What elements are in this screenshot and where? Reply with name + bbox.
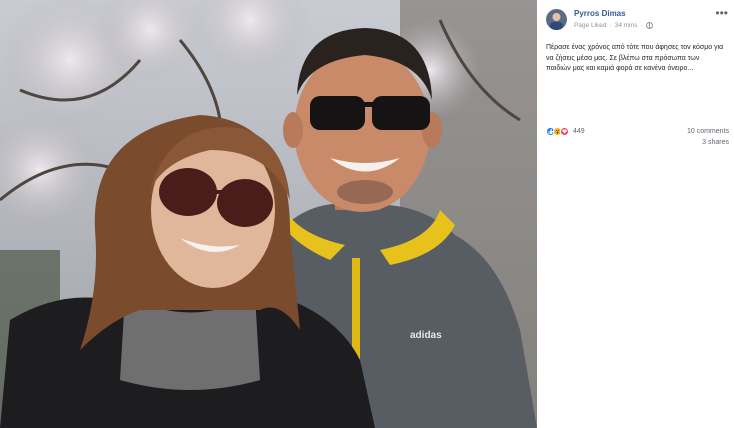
love-reaction-icon <box>560 127 569 136</box>
logo-text: adidas <box>410 330 442 341</box>
comments-count[interactable]: 10 comments <box>687 128 729 135</box>
page-liked-label: Page Liked <box>574 22 607 29</box>
author-name[interactable]: Pyrros Dimas <box>574 9 626 18</box>
globe-icon <box>645 22 653 29</box>
author-avatar[interactable] <box>546 9 567 30</box>
reactions-summary[interactable]: 449 <box>546 127 585 136</box>
post-time[interactable]: 34 mins <box>615 22 638 29</box>
reaction-count: 449 <box>573 128 585 135</box>
meta-separator-2: · <box>640 22 643 29</box>
post-photo[interactable]: adidas <box>0 0 537 428</box>
post-text: Πέρασε ένας χρόνος από τότε που άφησες τ… <box>546 44 724 72</box>
shares-count[interactable]: 3 shares <box>702 139 729 146</box>
more-options-icon[interactable]: ••• <box>715 6 728 20</box>
post-meta: Page Liked · 34 mins · <box>574 22 653 29</box>
post-panel: Pyrros Dimas Page Liked · 34 mins · ••• … <box>537 0 734 428</box>
meta-separator: · <box>609 22 612 29</box>
photo-illustration: adidas <box>0 0 537 428</box>
